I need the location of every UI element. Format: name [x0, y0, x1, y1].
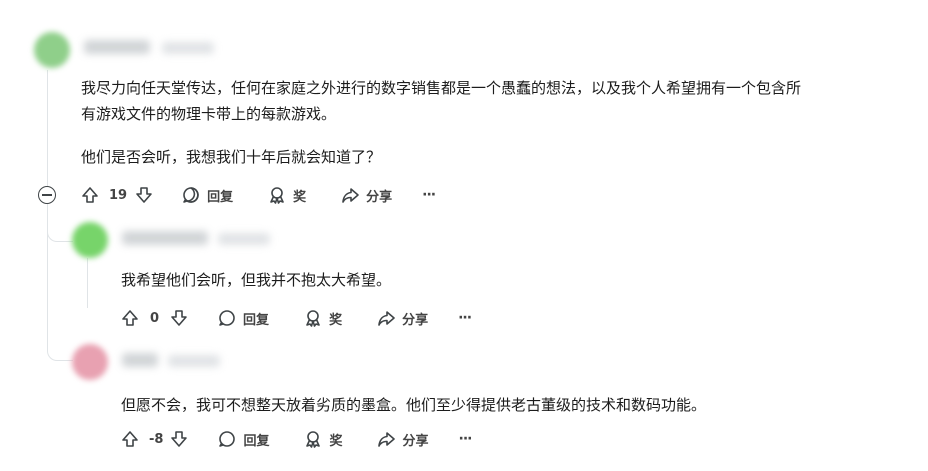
share-button[interactable]: 分享 [376, 306, 428, 330]
comment-body-paragraph: 他们是否会听，我想我们十年后就会知道了？ [81, 148, 382, 166]
award-label: 奖 [293, 189, 307, 205]
award-label: 奖 [329, 433, 343, 449]
award-button[interactable]: 奖 [303, 306, 342, 330]
award-icon [270, 187, 284, 204]
downvote-icon [171, 310, 187, 326]
comment-actions: 0 回复 奖 分享 ··· [120, 306, 472, 330]
collapse-icon[interactable] [38, 186, 56, 204]
comment-icon [183, 187, 199, 203]
timestamp-redacted [162, 42, 214, 54]
more-icon: ··· [458, 431, 473, 447]
upvote-button[interactable] [80, 183, 100, 207]
more-icon: ··· [422, 187, 436, 203]
comment-body-line: 我尽力向任天堂传达，任何在家庭之外进行的数字销售都是一个愚蠢的想法，以及我个人希… [81, 79, 802, 97]
share-icon [378, 432, 396, 447]
reply-button[interactable]: 回复 [217, 427, 269, 451]
thread-line-reply-1 [87, 258, 88, 308]
timestamp-redacted [218, 233, 270, 245]
more-options-button[interactable]: ··· [422, 183, 436, 207]
comment-body-line: 有游戏文件的物理卡带上的每款游戏。 [81, 105, 337, 123]
upvote-icon [122, 310, 138, 326]
thread-connector-reply-1 [47, 225, 73, 242]
share-label: 分享 [366, 189, 393, 205]
vote-count: -8 [149, 431, 164, 447]
share-icon [378, 311, 395, 326]
avatar[interactable] [34, 32, 70, 68]
award-icon [306, 431, 321, 448]
upvote-button[interactable] [120, 427, 140, 451]
share-icon [342, 188, 359, 203]
more-icon: ··· [458, 310, 472, 326]
reply-label: 回复 [207, 189, 234, 205]
reply-button[interactable]: 回复 [181, 183, 233, 207]
username-redacted[interactable] [122, 353, 158, 367]
share-button[interactable]: 分享 [376, 427, 429, 451]
avatar[interactable] [72, 344, 108, 380]
reply-button[interactable]: 回复 [217, 306, 269, 330]
thread-connector-reply-2 [47, 344, 73, 361]
upvote-icon [82, 187, 98, 203]
avatar[interactable] [72, 222, 108, 258]
share-label: 分享 [402, 433, 429, 449]
vote-count: 0 [150, 310, 160, 326]
upvote-icon [122, 431, 138, 447]
downvote-button[interactable] [169, 306, 189, 330]
comment-actions: -8 回复 奖 分享 ··· [120, 427, 473, 451]
username-redacted[interactable] [84, 40, 150, 54]
comment-icon [219, 431, 236, 447]
downvote-button[interactable] [134, 183, 154, 207]
thread-line-main [47, 70, 48, 190]
timestamp-redacted [168, 355, 220, 367]
more-options-button[interactable]: ··· [458, 427, 473, 451]
award-label: 奖 [329, 312, 343, 328]
upvote-button[interactable] [120, 306, 140, 330]
award-button[interactable]: 奖 [303, 427, 342, 451]
downvote-icon [171, 431, 188, 447]
share-label: 分享 [402, 312, 429, 328]
more-options-button[interactable]: ··· [458, 306, 472, 330]
downvote-button[interactable] [169, 427, 189, 451]
award-button[interactable]: 奖 [267, 183, 306, 207]
share-button[interactable]: 分享 [340, 183, 392, 207]
comment-actions: 19 回复 奖 分享 ··· [80, 183, 436, 207]
username-redacted[interactable] [122, 231, 208, 245]
reply-label: 回复 [243, 433, 270, 449]
award-icon [306, 310, 320, 327]
vote-count: 19 [109, 187, 128, 203]
comment-icon [219, 310, 235, 326]
reply-label: 回复 [243, 312, 270, 328]
downvote-icon [136, 187, 152, 203]
comment-body: 我希望他们会听，但我并不抱太大希望。 [121, 271, 392, 289]
comment-body: 但愿不会，我可不想整天放着劣质的墨盒。他们至少得提供老古董级的技术和数码功能。 [121, 396, 707, 414]
